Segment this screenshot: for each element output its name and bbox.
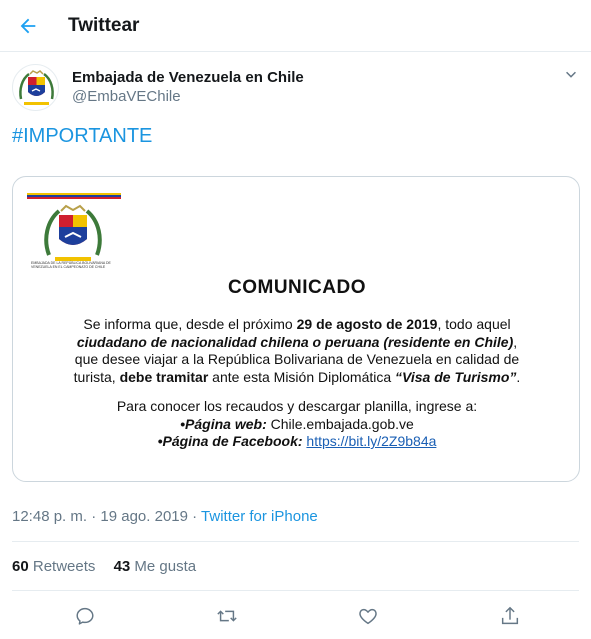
chevron-down-icon[interactable] bbox=[562, 66, 580, 84]
avatar[interactable] bbox=[12, 64, 59, 111]
notice-line: que desee viajar a la República Bolivari… bbox=[74, 351, 520, 367]
page-title: Twittear bbox=[68, 15, 140, 36]
share-button[interactable] bbox=[497, 603, 523, 629]
notice-line: turista, debe tramitar ante esta Misión … bbox=[73, 368, 521, 385]
like-button[interactable] bbox=[355, 603, 381, 629]
share-icon bbox=[501, 606, 519, 625]
source-link[interactable]: Twitter for iPhone bbox=[201, 508, 318, 525]
seal-caption: EMBAJADA DE LA REPÚBLICA BOLIVARIANA DE … bbox=[31, 261, 111, 269]
tweet-author: Embajada de Venezuela en Chile @EmbaVECh… bbox=[12, 64, 580, 114]
notice-line: ciudadano de nacionalidad chilena o peru… bbox=[76, 333, 518, 350]
like-icon bbox=[359, 608, 377, 625]
retweets-stat[interactable]: 60 Retweets bbox=[12, 558, 95, 575]
notice-line: •Página web: Chile.embajada.gob.ve bbox=[180, 415, 414, 432]
notice-line: Para conocer los recaudos y descargar pl… bbox=[116, 398, 478, 414]
tweet-stats: 60 Retweets 43 Me gusta bbox=[12, 558, 210, 575]
facebook-link: https://bit.ly/2Z9b84a bbox=[306, 433, 437, 449]
hashtag-link[interactable]: #IMPORTANTE bbox=[12, 125, 152, 148]
action-bar bbox=[0, 598, 591, 634]
reply-icon bbox=[76, 607, 94, 625]
divider bbox=[12, 541, 579, 542]
reply-button[interactable] bbox=[72, 603, 98, 629]
divider bbox=[12, 590, 579, 591]
notice-line: Se informa que, desde el próximo 29 de a… bbox=[83, 316, 511, 332]
time-link[interactable]: 12:48 p. m. bbox=[12, 508, 87, 525]
author-handle: @EmbaVEChile bbox=[72, 88, 181, 105]
coat-of-arms-icon bbox=[19, 70, 54, 105]
tweet-image[interactable]: EMBAJADA DE LA REPÚBLICA BOLIVARIANA DE … bbox=[12, 176, 580, 482]
top-bar: Twittear bbox=[0, 0, 591, 52]
date-link[interactable]: 19 ago. 2019 bbox=[100, 508, 188, 525]
retweet-button[interactable] bbox=[214, 603, 240, 629]
back-button[interactable] bbox=[14, 12, 42, 40]
tweet-timestamp: 12:48 p. m. · 19 ago. 2019 · Twitter for… bbox=[12, 508, 318, 525]
author-name[interactable]: Embajada de Venezuela en Chile bbox=[72, 69, 304, 86]
notice-body: Se informa que, desde el próximo 29 de a… bbox=[13, 316, 579, 451]
retweet-icon bbox=[217, 610, 237, 622]
notice-title: COMUNICADO bbox=[228, 277, 366, 298]
coat-of-arms-icon bbox=[44, 204, 102, 261]
arrow-left-icon bbox=[20, 18, 36, 34]
likes-stat[interactable]: 43 Me gusta bbox=[114, 558, 197, 575]
notice-line: •Página de Facebook: https://bit.ly/2Z9b… bbox=[157, 433, 437, 449]
